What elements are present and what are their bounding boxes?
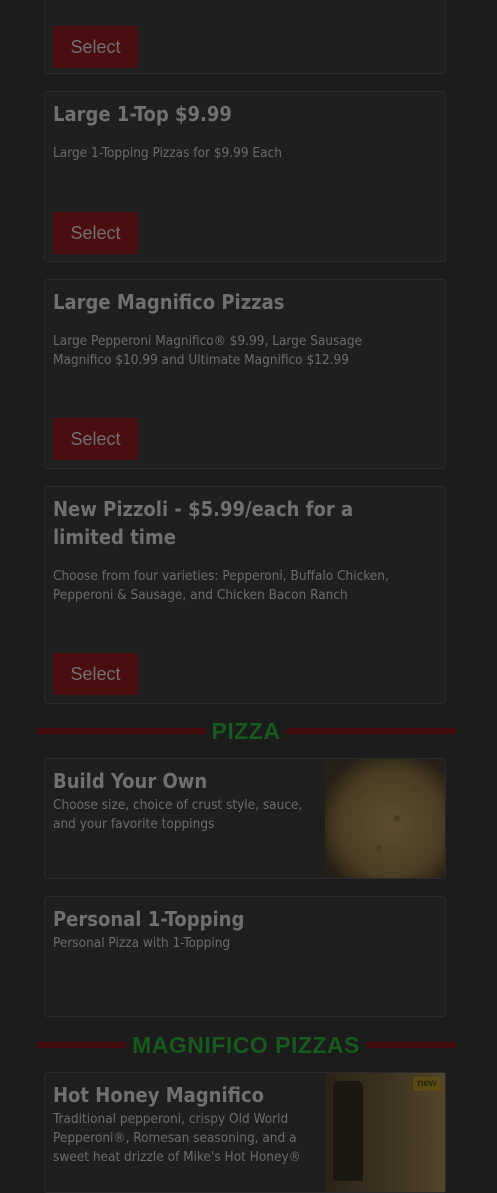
item-description: Traditional pepperoni, crispy Old World … — [53, 1111, 301, 1165]
deal-card: Large 1-Top $9.99 Large 1-Topping Pizzas… — [44, 91, 446, 262]
deal-card: Large Magnifico Pizzas Large Pepperoni M… — [44, 279, 446, 469]
select-button[interactable]: Select — [53, 653, 138, 695]
honey-bottle-icon — [333, 1081, 363, 1181]
item-title: Personal 1-Topping — [53, 907, 245, 931]
select-button[interactable]: Select — [53, 418, 138, 460]
deal-description: Large Pepperoni Magnifico® $9.99, Large … — [53, 333, 363, 368]
item-title: Build Your Own — [53, 769, 208, 793]
deal-description: Choose from four varieties: Pepperoni, B… — [53, 568, 389, 603]
deal-title: Large 1-Top $9.99 — [53, 102, 232, 126]
new-badge: new — [413, 1077, 441, 1091]
select-button[interactable]: Select — [53, 212, 138, 254]
item-description: Personal Pizza with 1-Topping — [53, 935, 231, 951]
hot-honey-image: new — [325, 1073, 445, 1192]
item-title: Hot Honey Magnifico — [53, 1083, 264, 1107]
deal-card: Select — [44, 0, 446, 74]
section-header-pizza: PIZZA — [36, 716, 456, 746]
menu-item-card[interactable]: Build Your Own Choose size, choice of cr… — [44, 758, 446, 879]
section-title: MAGNIFICO PIZZAS — [126, 1032, 366, 1058]
pizza-image — [325, 759, 445, 878]
section-header-magnifico: MAGNIFICO PIZZAS — [36, 1030, 456, 1060]
item-description: Choose size, choice of crust style, sauc… — [53, 797, 303, 832]
menu-item-card[interactable]: Hot Honey Magnifico Traditional pepperon… — [44, 1072, 446, 1193]
deal-title: Large Magnifico Pizzas — [53, 290, 285, 314]
deal-description: Large 1-Topping Pizzas for $9.99 Each — [53, 145, 282, 161]
deal-card: New Pizzoli - $5.99/each for a limited t… — [44, 486, 446, 704]
deal-title: New Pizzoli - $5.99/each for a limited t… — [53, 497, 354, 549]
section-title: PIZZA — [205, 718, 287, 744]
select-button[interactable]: Select — [53, 26, 138, 68]
menu-item-card[interactable]: Personal 1-Topping Personal Pizza with 1… — [44, 896, 446, 1017]
